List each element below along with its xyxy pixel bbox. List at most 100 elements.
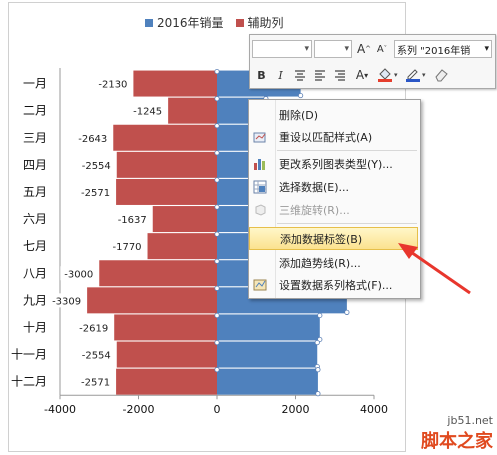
align-center-button[interactable] xyxy=(290,65,310,85)
bar-helper-10 xyxy=(114,314,217,341)
selection-handle xyxy=(214,231,220,237)
data-label-9: -3309 xyxy=(52,296,81,307)
selection-handle xyxy=(314,339,320,346)
category-label-6: 六月 xyxy=(23,212,47,226)
menu-label-format-series: 设置数据系列格式(F)... xyxy=(279,278,393,292)
series-selector-label: 系列 "2016年销 xyxy=(397,45,471,57)
bold-button[interactable]: B xyxy=(252,65,271,85)
reset-style-icon xyxy=(249,130,271,144)
selection-handle xyxy=(214,204,220,210)
selection-handle xyxy=(214,367,220,373)
font-color-button[interactable]: A ▾ xyxy=(350,65,374,85)
font-size-combo[interactable]: ▾ xyxy=(314,40,352,58)
menu-label-reset-style: 重设以匹配样式(A) xyxy=(279,130,373,144)
font-name-combo[interactable]: ▾ xyxy=(252,40,312,58)
selection-handle xyxy=(317,312,323,319)
chevron-down-icon: ▾ xyxy=(484,44,489,54)
bar-helper-6 xyxy=(152,206,217,233)
mini-toolbar: ▾ ▾ A ^ Aˇ 系列 "2016年销 ▾ B I A ▾ ▾ ▾ xyxy=(249,34,496,89)
eraser-icon xyxy=(435,69,448,82)
bar-helper-4 xyxy=(116,151,217,178)
selection-handle xyxy=(298,92,304,99)
outline-color-button[interactable]: ▾ xyxy=(402,65,430,85)
bar-sales-10 xyxy=(217,314,320,341)
italic-button[interactable]: I xyxy=(271,65,290,85)
category-label-3: 三月 xyxy=(23,131,47,145)
data-label-7: -1770 xyxy=(112,242,141,253)
menu-item-change-chart-type[interactable]: 更改系列图表类型(Y)... xyxy=(249,153,418,174)
watermark-site: jb51.net xyxy=(447,414,493,427)
menu-item-select-data[interactable]: 选择数据(E)... xyxy=(249,176,418,197)
excel-window: 2016年销量 辅助列 一月 -2130 二月 -1245 三月 -2643 四月 -2554… xyxy=(0,0,497,455)
category-label-2: 二月 xyxy=(23,104,47,118)
shrink-font-button[interactable]: Aˇ xyxy=(373,39,391,59)
data-label-5: -2571 xyxy=(81,188,110,199)
menu-label-change-chart-type: 更改系列图表类型(Y)... xyxy=(279,157,393,171)
category-label-4: 四月 xyxy=(23,158,47,172)
data-label-11: -2554 xyxy=(82,351,111,362)
menu-label-add-data-labels: 添加数据标签(B) xyxy=(280,232,363,246)
pen-outline-icon: ▾ xyxy=(406,69,426,82)
align-right-button[interactable] xyxy=(330,65,350,85)
bar-helper-7 xyxy=(147,233,217,260)
font-color-label: A xyxy=(355,68,365,82)
bar-sales-11 xyxy=(217,341,318,368)
data-label-6: -1637 xyxy=(118,215,147,226)
menu-item-add-trendline[interactable]: 添加趋势线(R)... xyxy=(249,252,418,273)
bar-helper-9 xyxy=(87,287,217,314)
data-label-2: -1245 xyxy=(133,107,162,118)
bar-helper-1 xyxy=(133,70,217,97)
select-data-icon xyxy=(249,180,271,194)
category-label-7: 七月 xyxy=(23,239,47,253)
selection-handle xyxy=(214,96,220,102)
grow-font-button[interactable]: A ^ xyxy=(355,39,373,59)
menu-item-delete[interactable]: 删除(D) xyxy=(249,104,418,125)
selection-handle xyxy=(214,68,220,75)
watermark: jb51.net 脚本之家 xyxy=(421,414,493,453)
menu-item-format-series[interactable]: 设置数据系列格式(F)... xyxy=(249,274,418,295)
selection-handle xyxy=(315,391,321,397)
menu-separator xyxy=(277,223,417,224)
format-painter-button[interactable] xyxy=(430,65,452,85)
bar-helper-11 xyxy=(116,341,217,368)
category-label-1: 一月 xyxy=(23,77,47,91)
watermark-name: 脚本之家 xyxy=(421,431,493,452)
selection-handle xyxy=(214,339,220,346)
x-tick-label-4: 2000 xyxy=(282,403,310,416)
category-label-5: 五月 xyxy=(23,185,47,199)
fill-color-button[interactable]: ▾ xyxy=(374,65,402,85)
series-selector-combo[interactable]: 系列 "2016年销 ▾ xyxy=(394,40,492,58)
selection-handle xyxy=(214,150,220,156)
fill-bucket-icon: ▾ xyxy=(378,68,398,82)
menu-separator xyxy=(277,150,417,151)
category-label-8: 八月 xyxy=(23,266,47,280)
shrink-font-label: A xyxy=(376,43,384,55)
menu-item-3d-rotation[interactable]: 三维旋转(R)... xyxy=(249,199,418,220)
category-label-10: 十月 xyxy=(23,320,47,334)
grow-font-label: A xyxy=(356,42,366,56)
selection-handle xyxy=(214,258,220,264)
menu-item-reset-style[interactable]: 重设以匹配样式(A) xyxy=(249,126,418,147)
selection-handle xyxy=(315,367,321,373)
align-left-button[interactable] xyxy=(310,65,330,85)
bar-helper-5 xyxy=(116,178,217,205)
svg-text:▾: ▾ xyxy=(394,71,398,79)
selection-handle xyxy=(214,312,220,319)
format-series-icon xyxy=(249,278,271,292)
data-label-3: -2643 xyxy=(78,134,107,145)
category-label-11: 十一月 xyxy=(11,348,47,362)
data-label-12: -2571 xyxy=(81,378,110,389)
bar-helper-12 xyxy=(116,368,217,395)
menu-label-delete: 删除(D) xyxy=(279,108,319,122)
align-left-icon xyxy=(315,69,325,81)
data-label-4: -2554 xyxy=(82,161,111,172)
chart-type-icon xyxy=(249,157,271,171)
data-label-10: -2619 xyxy=(79,323,108,334)
menu-label-select-data: 选择数据(E)... xyxy=(279,180,350,194)
selection-handle xyxy=(214,177,220,183)
bar-helper-3 xyxy=(113,124,217,151)
menu-label-add-trendline: 添加趋势线(R)... xyxy=(279,256,361,270)
rotate-3d-icon xyxy=(249,203,271,217)
category-label-9: 九月 xyxy=(23,293,47,307)
menu-item-add-data-labels[interactable]: 添加数据标签(B) xyxy=(249,227,418,250)
